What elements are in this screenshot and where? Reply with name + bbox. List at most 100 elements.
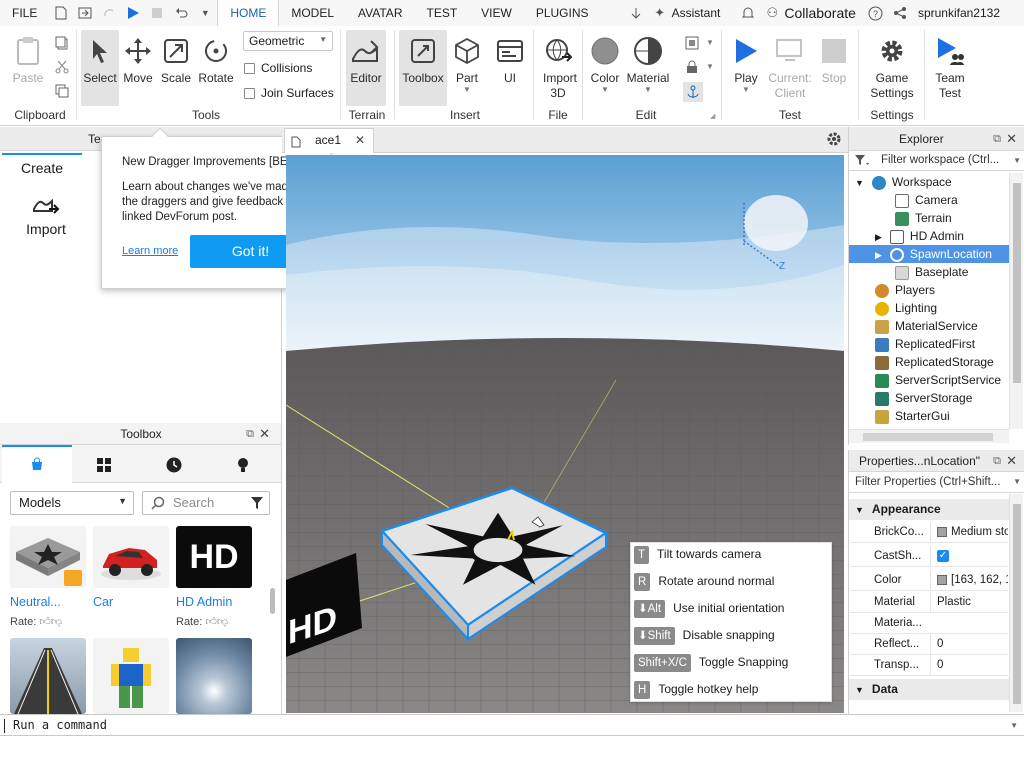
ui-button[interactable]: UI <box>492 34 528 85</box>
share-icon[interactable] <box>627 4 645 22</box>
rotate-tool-button[interactable]: Rotate <box>196 34 236 85</box>
terrain-editor-button[interactable]: Editor <box>346 30 386 106</box>
import-terrain-button[interactable]: Import <box>18 191 74 237</box>
import-3d-button[interactable]: Import 3D <box>537 34 579 101</box>
toolbox-item-hd-admin[interactable]: HD HD Admin Rate: 👍︎👎︎ <box>176 526 254 628</box>
tab-recent[interactable] <box>166 457 182 476</box>
category-dropdown[interactable]: Models ▼ <box>10 491 134 515</box>
collaborate-button[interactable]: Collaborate <box>784 5 856 21</box>
toolbox-item-road[interactable] <box>10 638 88 714</box>
lock-icon[interactable] <box>683 58 701 76</box>
close-tab-icon[interactable]: ✕ <box>355 129 365 151</box>
viewport-settings-gear-icon[interactable] <box>826 131 842 150</box>
tab-creations[interactable] <box>236 457 250 476</box>
group-expand-icon[interactable]: ◢ <box>710 112 715 120</box>
help-icon[interactable]: ? <box>867 4 885 22</box>
command-bar[interactable]: Run a command ▼ <box>0 714 1024 736</box>
property-material[interactable]: Material Plastic <box>850 592 1008 613</box>
property-brickcolor[interactable]: BrickCo... Medium sto <box>850 522 1008 543</box>
color-button[interactable]: Color ▼ <box>586 34 624 94</box>
assistant-icon[interactable]: ✦ <box>651 4 669 22</box>
game-settings-button[interactable]: Game Settings <box>864 34 920 101</box>
filter-icon[interactable] <box>251 497 263 512</box>
property-materialvariant[interactable]: Materia... <box>850 613 1008 634</box>
join-surfaces-checkbox[interactable]: Join Surfaces <box>244 86 334 100</box>
tree-item-materialservice[interactable]: MaterialService <box>849 317 1009 335</box>
toolbox-scrollbar[interactable] <box>270 588 275 614</box>
username[interactable]: sprunkifan2132 <box>918 6 1000 20</box>
notification-bell-icon[interactable] <box>739 4 757 22</box>
group-icon[interactable] <box>683 34 701 52</box>
undo-icon[interactable] <box>172 4 190 22</box>
tree-item-serverstorage[interactable]: ServerStorage <box>849 389 1009 407</box>
tree-item-lighting[interactable]: Lighting <box>849 299 1009 317</box>
tree-item-replicatedfirst[interactable]: ReplicatedFirst <box>849 335 1009 353</box>
close-icon[interactable]: ✕ <box>1006 127 1017 151</box>
collapsed-arrow-icon[interactable]: ▶ <box>875 250 882 260</box>
select-tool-button[interactable]: Select <box>81 30 119 106</box>
explorer-horizontal-scrollbar[interactable] <box>849 429 1009 443</box>
undock-icon[interactable]: ⧉ <box>993 450 1001 471</box>
property-transparency[interactable]: Transp... 0 <box>850 655 1008 676</box>
tree-item-baseplate[interactable]: Baseplate <box>849 263 1009 281</box>
tree-item-spawnlocation[interactable]: ▶ SpawnLocation <box>849 245 1009 263</box>
properties-filter-input[interactable]: Filter Properties (Ctrl+Shift... ▼ <box>849 472 1024 493</box>
learn-more-link[interactable]: Learn more <box>122 245 178 257</box>
toolbox-item-noob[interactable] <box>93 638 171 714</box>
tree-item-serverscriptservice[interactable]: ServerScriptService <box>849 371 1009 389</box>
scroll-thumb[interactable] <box>1013 504 1021 704</box>
tab-avatar[interactable]: AVATAR <box>346 0 414 26</box>
tab-view[interactable]: VIEW <box>469 0 524 26</box>
duplicate-icon[interactable] <box>53 82 71 100</box>
property-color[interactable]: Color [163, 162, 1 <box>850 570 1008 591</box>
chevron-down-icon[interactable]: ▼ <box>706 38 714 47</box>
play-quick-icon[interactable] <box>124 4 142 22</box>
explorer-filter-input[interactable]: Filter workspace (Ctrl... ▼ <box>849 151 1024 171</box>
new-file-icon[interactable] <box>52 4 70 22</box>
tab-model[interactable]: MODEL <box>279 0 346 26</box>
tree-item-workspace[interactable]: ▼ Workspace <box>849 173 1009 191</box>
undock-icon[interactable]: ⧉ <box>246 423 254 445</box>
data-section[interactable]: ▼ Data <box>849 679 1009 700</box>
share-nodes-icon[interactable] <box>891 4 909 22</box>
tree-item-camera[interactable]: Camera <box>849 191 1009 209</box>
tab-marketplace[interactable] <box>2 445 72 483</box>
tab-home[interactable]: HOME <box>217 0 280 26</box>
cut-icon[interactable] <box>53 58 71 76</box>
file-menu[interactable]: FILE <box>0 0 49 26</box>
close-icon[interactable]: ✕ <box>259 423 270 445</box>
chevron-down-icon[interactable]: ▼ <box>706 62 714 71</box>
part-button[interactable]: Part ▼ <box>449 34 485 94</box>
undock-icon[interactable]: ⧉ <box>993 127 1001 151</box>
tree-item-terrain[interactable]: Terrain <box>849 209 1009 227</box>
thumbs-icon[interactable]: 👍︎👎︎ <box>205 616 228 628</box>
scale-tool-button[interactable]: Scale <box>158 34 194 85</box>
explorer-vertical-scrollbar[interactable] <box>1009 173 1023 429</box>
close-icon[interactable]: ✕ <box>1006 450 1017 471</box>
toolbox-search-input[interactable]: Search <box>142 491 270 515</box>
collisions-checkbox[interactable]: Collisions <box>244 61 312 75</box>
properties-scrollbar[interactable] <box>1009 494 1023 712</box>
move-tool-button[interactable]: Move <box>120 34 156 85</box>
collapsed-arrow-icon[interactable]: ▶ <box>875 232 882 242</box>
team-test-button[interactable]: Team Test <box>928 34 972 101</box>
tree-item-hd-admin[interactable]: ▶ HD Admin <box>849 227 1009 245</box>
dragger-mode-select[interactable]: Geometric ▼ <box>243 31 333 51</box>
tab-inventory[interactable] <box>96 457 112 476</box>
property-castshadow[interactable]: CastSh... ✓ <box>850 546 1008 567</box>
expanded-arrow-icon[interactable]: ▼ <box>855 178 864 188</box>
copy-icon[interactable] <box>53 34 71 52</box>
scroll-thumb[interactable] <box>863 433 993 441</box>
toolbox-button[interactable]: Toolbox <box>399 30 447 106</box>
document-tab[interactable]: ace1 ✕ <box>284 128 374 153</box>
tree-item-startergui[interactable]: StarterGui <box>849 407 1009 425</box>
chevron-down-icon[interactable]: ▼ <box>1010 715 1018 736</box>
tree-item-players[interactable]: Players <box>849 281 1009 299</box>
appearance-section[interactable]: ▼ Appearance <box>849 499 1009 520</box>
material-button[interactable]: Material ▼ <box>625 34 671 94</box>
toolbox-item-sky[interactable] <box>176 638 254 714</box>
publish-icon[interactable] <box>76 4 94 22</box>
anchor-icon[interactable] <box>683 82 703 102</box>
tree-item-replicatedstorage[interactable]: ReplicatedStorage <box>849 353 1009 371</box>
assistant-button[interactable]: Assistant <box>672 6 721 20</box>
